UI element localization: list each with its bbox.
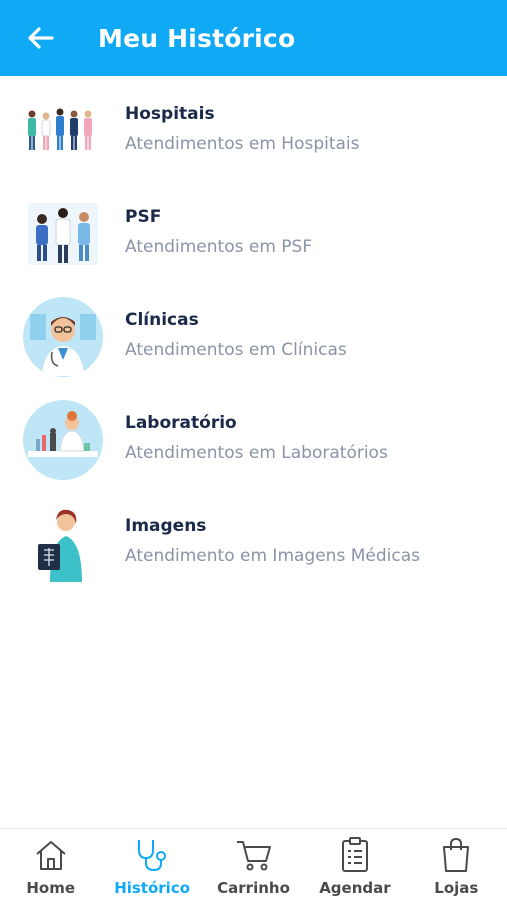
nav-agendar[interactable]: Agendar — [304, 829, 405, 900]
hospital-staff-illustration — [28, 108, 92, 150]
list-item-clinicas[interactable]: Clínicas Atendimentos em Clínicas — [0, 282, 507, 385]
item-title: PSF — [125, 207, 162, 227]
item-title: Clínicas — [125, 310, 199, 330]
health-team-illustration — [28, 203, 98, 265]
nav-label: Lojas — [434, 879, 479, 897]
doctor-illustration — [23, 297, 103, 377]
nav-label: Histórico — [114, 879, 191, 897]
item-subtitle: Atendimentos em Hospitais — [125, 134, 360, 154]
back-button[interactable] — [20, 18, 60, 58]
item-subtitle: Atendimentos em Clínicas — [125, 340, 347, 360]
nav-carrinho[interactable]: Carrinho — [203, 829, 304, 900]
bottom-navigation: Home Histórico Carrinho Agendar Lojas — [0, 828, 507, 900]
stethoscope-icon — [138, 840, 167, 872]
list-item-hospitais[interactable]: Hospitais Atendimentos em Hospitais — [0, 76, 507, 179]
arrow-left-icon — [28, 27, 54, 49]
nav-historico[interactable]: Histórico — [101, 829, 202, 900]
item-subtitle: Atendimentos em Laboratórios — [125, 443, 388, 463]
list-item-laboratorio[interactable]: Laboratório Atendimentos em Laboratórios — [0, 385, 507, 488]
nav-lojas[interactable]: Lojas — [406, 829, 507, 900]
item-subtitle: Atendimento em Imagens Médicas — [125, 546, 420, 566]
nav-label: Carrinho — [217, 879, 290, 897]
nav-label: Agendar — [319, 879, 391, 897]
lab-scientist-illustration — [23, 400, 103, 480]
list-item-psf[interactable]: PSF Atendimentos em PSF — [0, 179, 507, 282]
nav-label: Home — [26, 879, 76, 897]
clipboard-icon — [341, 837, 368, 872]
item-subtitle: Atendimentos em PSF — [125, 237, 313, 257]
home-icon — [36, 841, 66, 870]
app-header: Meu Histórico — [0, 0, 507, 76]
page-title: Meu Histórico — [98, 23, 296, 53]
cart-icon — [236, 841, 271, 871]
xray-nurse-illustration — [38, 509, 82, 582]
item-title: Hospitais — [125, 104, 215, 124]
item-title: Imagens — [125, 516, 207, 536]
list-item-imagens[interactable]: Imagens Atendimento em Imagens Médicas — [0, 488, 507, 591]
shopping-bag-icon — [443, 837, 470, 872]
history-list: Hospitais Atendimentos em Hospitais PSF … — [0, 76, 507, 591]
item-title: Laboratório — [125, 413, 237, 433]
nav-home[interactable]: Home — [0, 829, 101, 900]
